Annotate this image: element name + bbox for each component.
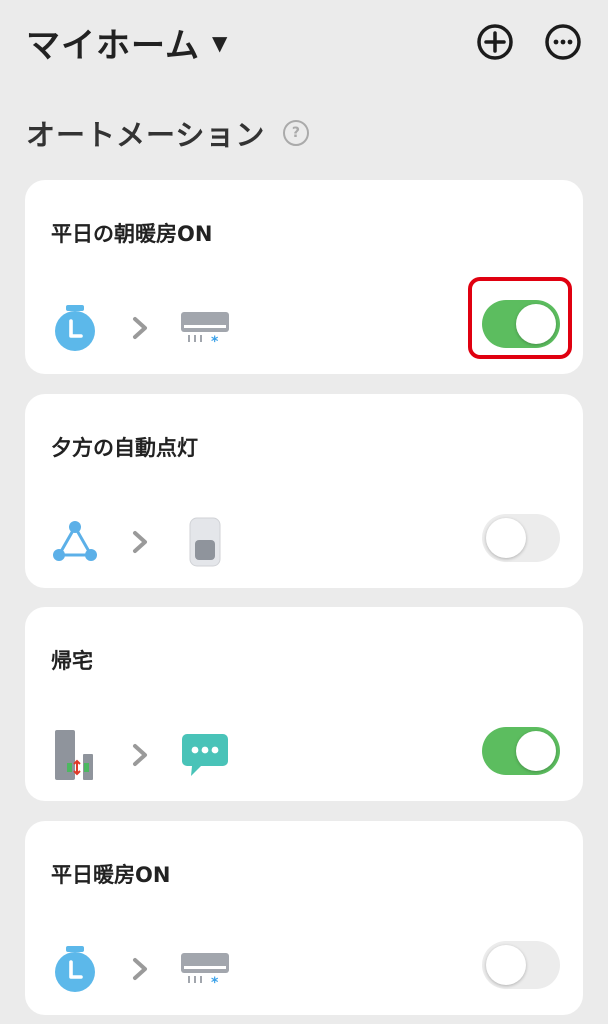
timer-icon: [51, 937, 99, 1001]
chevron-right-icon: [99, 530, 181, 554]
help-icon[interactable]: ?: [283, 120, 310, 146]
automation-card[interactable]: 帰宅: [25, 607, 583, 801]
section-title-text: オートメーション: [26, 118, 266, 152]
automation-flow: *: [51, 937, 229, 1001]
automation-flow: *: [51, 296, 229, 360]
chevron-right-icon: [99, 957, 181, 981]
header: マイホーム ▼: [0, 0, 608, 90]
chevron-right-icon: [99, 316, 181, 340]
home-name: マイホーム: [26, 26, 200, 66]
timer-icon: [51, 296, 99, 360]
automation-card[interactable]: 平日暖房ON *: [25, 821, 583, 1015]
toggle-knob: [516, 731, 556, 771]
automation-card[interactable]: 夕方の自動点灯: [25, 394, 583, 588]
automation-title: 夕方の自動点灯: [51, 436, 198, 460]
switch-icon: [181, 510, 229, 574]
automation-toggle[interactable]: [482, 514, 560, 562]
automation-toggle[interactable]: [482, 941, 560, 989]
toggle-knob: [486, 518, 526, 558]
air-conditioner-icon: *: [181, 937, 229, 1001]
automation-toggle[interactable]: [482, 727, 560, 775]
chevron-right-icon: [99, 743, 181, 767]
toggle-knob: [486, 945, 526, 985]
automation-flow: [51, 510, 229, 574]
svg-text:*: *: [211, 975, 219, 987]
caret-down-icon: ▼: [211, 30, 229, 55]
plus-circle-icon: [477, 24, 513, 60]
automation-title: 帰宅: [51, 649, 93, 673]
automation-flow: [51, 723, 229, 787]
automation-card[interactable]: 平日の朝暖房ON *: [25, 180, 583, 374]
automation-toggle[interactable]: [482, 300, 560, 348]
automation-title: 平日暖房ON: [51, 863, 171, 887]
more-button[interactable]: [543, 22, 583, 62]
contact-sensor-icon: [51, 723, 99, 787]
toggle-knob: [516, 304, 556, 344]
section-title: オートメーション ?: [26, 112, 310, 154]
svg-text:*: *: [211, 334, 219, 346]
ellipsis-circle-icon: [545, 24, 581, 60]
message-icon: [181, 723, 229, 787]
air-conditioner-icon: *: [181, 296, 229, 360]
add-button[interactable]: [475, 22, 515, 62]
home-selector[interactable]: マイホーム ▼: [26, 18, 228, 67]
automation-title: 平日の朝暖房ON: [51, 222, 213, 246]
scene-triangle-icon: [51, 510, 99, 574]
